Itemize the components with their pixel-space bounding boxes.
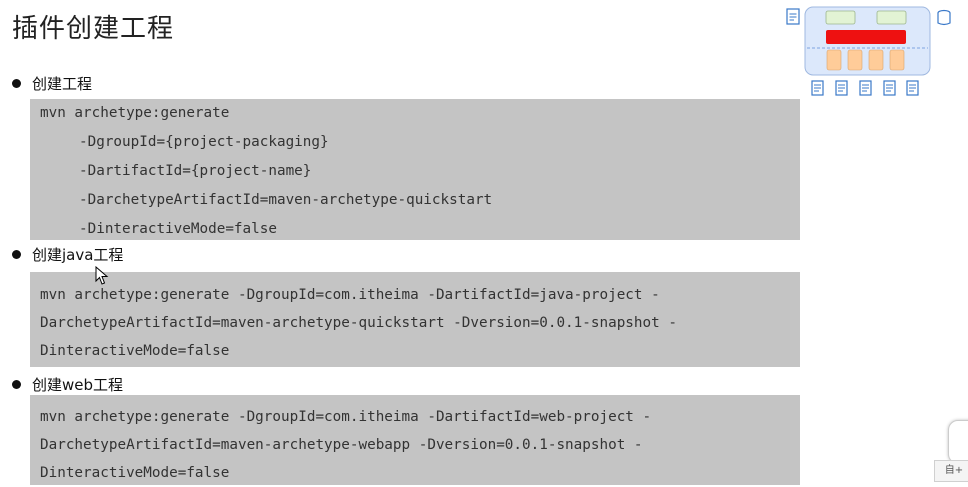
cursor-arrow-icon <box>95 266 109 285</box>
code-line: DarchetypeArtifactId=maven-archetype-qui… <box>40 315 677 331</box>
bullet-label: 创建java工程 <box>32 246 124 264</box>
bullet-dot <box>12 250 21 259</box>
document-icon <box>786 8 800 25</box>
document-icon <box>835 80 848 96</box>
database-icon <box>937 9 951 26</box>
bullet-label: 创建web工程 <box>32 376 124 394</box>
bullet-dot <box>12 380 21 389</box>
slide-title: 插件创建工程 <box>12 14 175 44</box>
code-line: -DinteractiveMode=false <box>79 221 277 237</box>
code-block-create-project: mvn archetype:generate -DgroupId={projec… <box>30 99 800 240</box>
code-line: -DarchetypeArtifactId=maven-archetype-qu… <box>79 192 493 208</box>
code-line: mvn archetype:generate <box>40 105 230 121</box>
code-line: mvn archetype:generate -DgroupId=com.ith… <box>40 409 652 425</box>
bullet-label: 创建工程 <box>32 75 93 93</box>
bullet-create-project: 创建工程 <box>12 73 92 94</box>
document-icon <box>811 80 824 96</box>
bullet-create-web-project: 创建web工程 <box>12 374 123 395</box>
bullet-dot <box>12 79 21 88</box>
document-icon <box>906 80 919 96</box>
architecture-diagram <box>786 6 951 96</box>
code-line: DinteractiveMode=false <box>40 343 230 359</box>
document-icon <box>883 80 896 96</box>
corner-overlay-button[interactable]: 自+ <box>934 460 968 482</box>
document-icon <box>859 80 872 96</box>
code-block-create-web-project: mvn archetype:generate -DgroupId=com.ith… <box>30 395 800 485</box>
code-block-create-java-project: mvn archetype:generate -DgroupId=com.ith… <box>30 272 800 367</box>
side-float-tab[interactable] <box>948 420 968 464</box>
code-line: DarchetypeArtifactId=maven-archetype-web… <box>40 437 643 453</box>
code-line: mvn archetype:generate -DgroupId=com.ith… <box>40 287 660 303</box>
code-line: -DartifactId={project-name} <box>79 163 312 179</box>
code-line: DinteractiveMode=false <box>40 465 230 481</box>
code-line: -DgroupId={project-packaging} <box>79 134 329 150</box>
bullet-create-java-project: 创建java工程 <box>12 244 123 265</box>
